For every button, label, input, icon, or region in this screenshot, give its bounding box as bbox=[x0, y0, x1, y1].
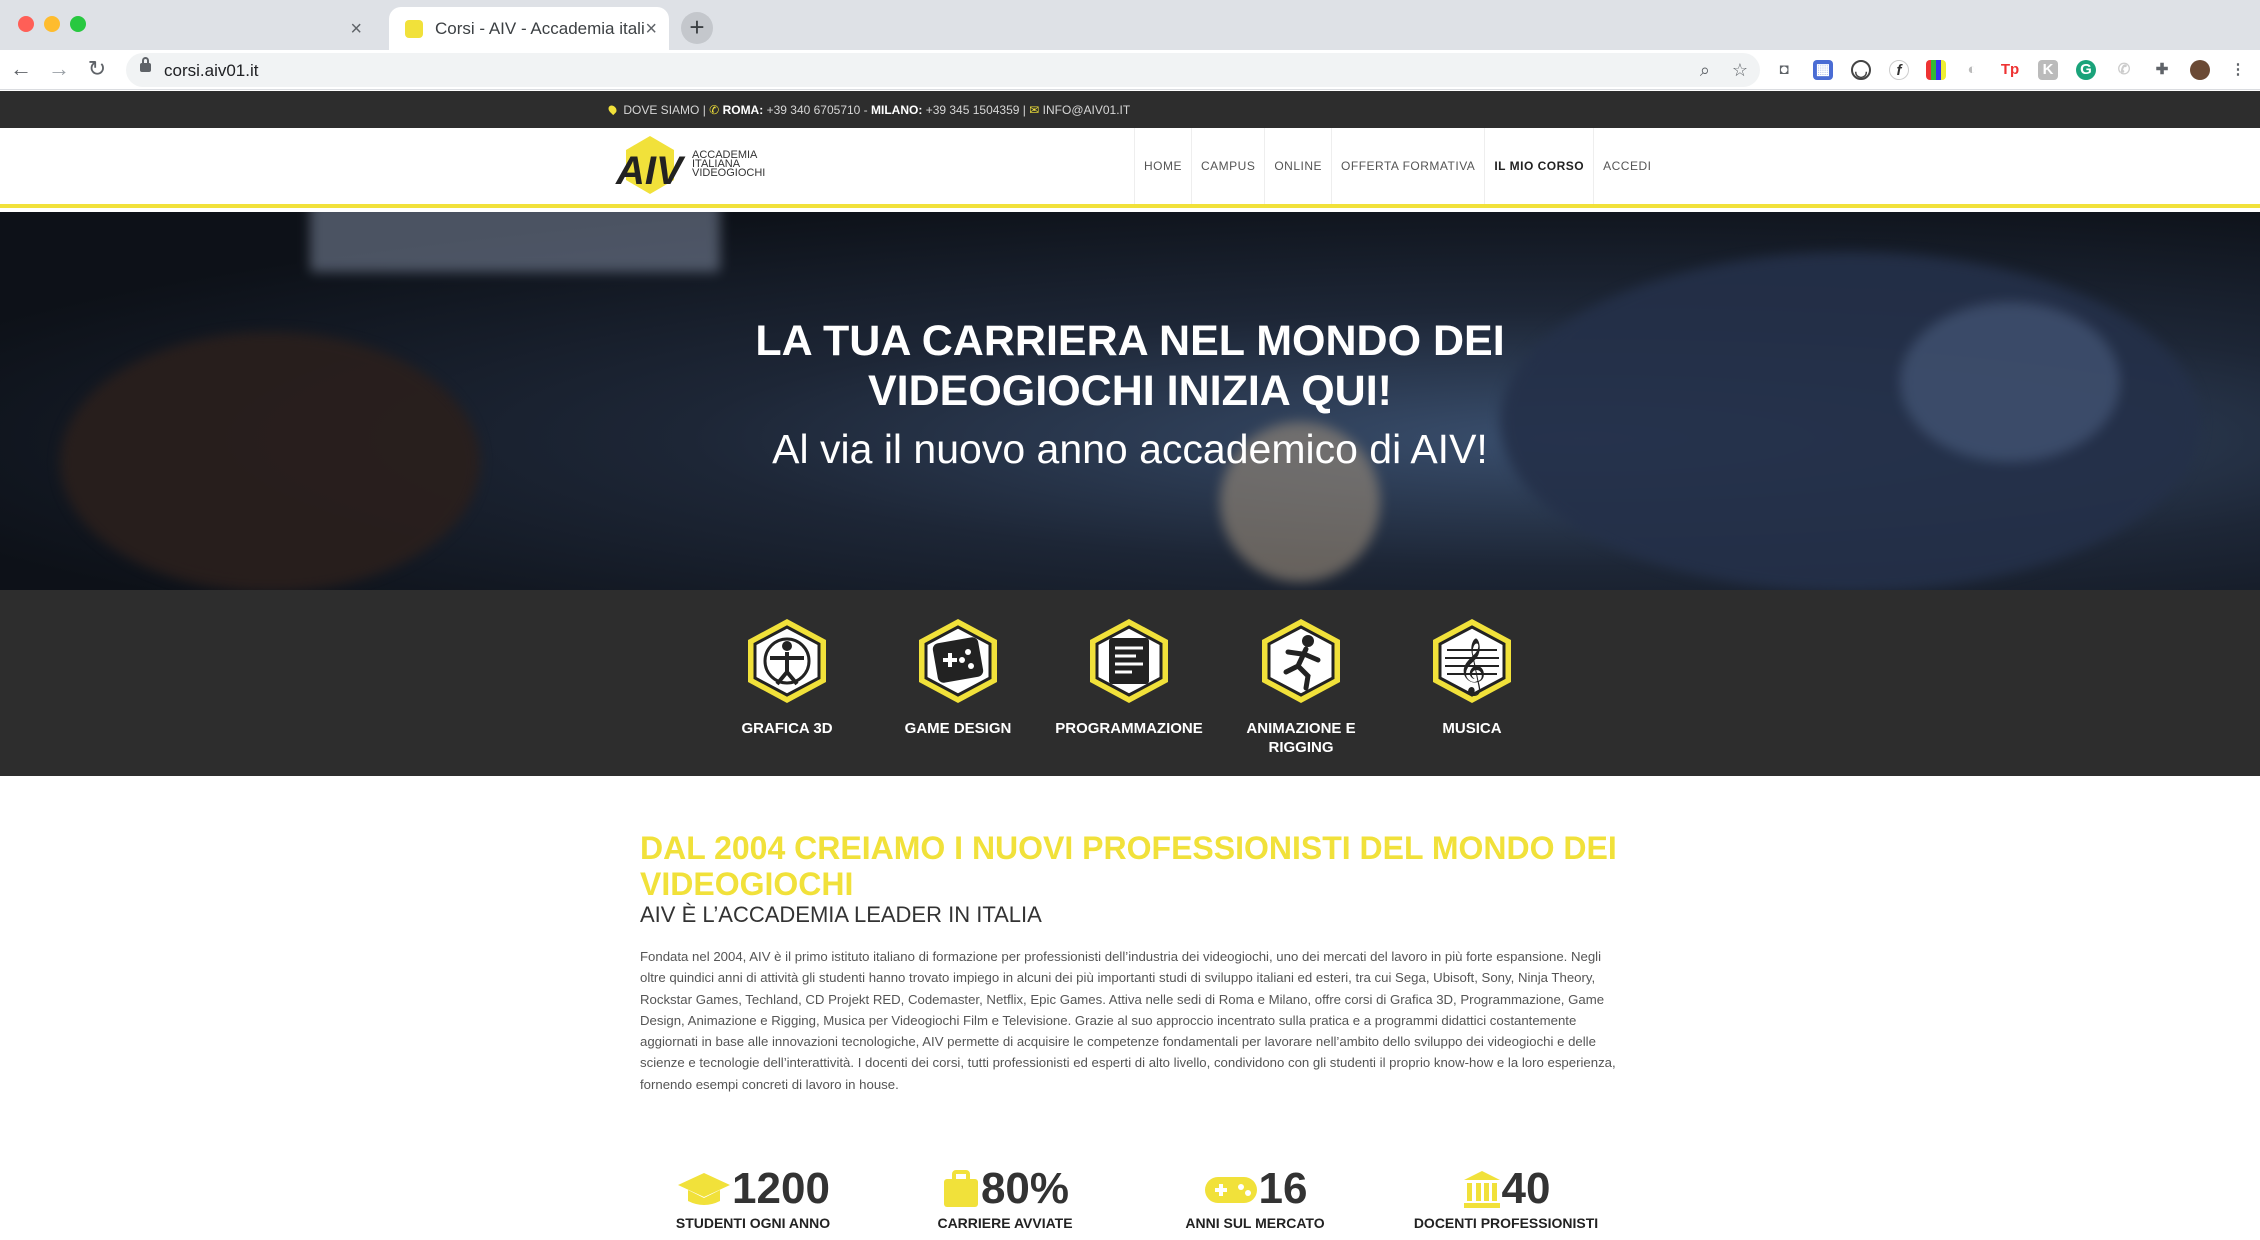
stat-value: 1200 bbox=[732, 1164, 830, 1213]
treble-clef-icon: 𝄞 bbox=[1433, 619, 1511, 703]
logo-line-3: VIDEOGIOCHI bbox=[692, 167, 765, 179]
maximize-window-button[interactable] bbox=[70, 16, 86, 32]
profile-avatar[interactable] bbox=[2190, 60, 2210, 80]
stat-studenti: 1200 STUDENTI OGNI ANNO bbox=[668, 1164, 838, 1232]
stat-value: 80% bbox=[980, 1164, 1070, 1213]
extension-grammarly-icon[interactable]: G bbox=[2076, 60, 2096, 80]
code-sheet-icon bbox=[1090, 619, 1168, 703]
browser-tab-bar: × Corsi - AIV - Accademia italiana video… bbox=[0, 0, 2260, 50]
address-bar[interactable]: corsi.aiv01.it ⌕ ☆ bbox=[126, 53, 1760, 87]
running-figure-icon bbox=[1262, 619, 1340, 703]
contact-bar: DOVE SIAMO | ✆ ROMA: +39 340 6705710 - M… bbox=[0, 91, 2260, 128]
hero-banner: LA TUA CARRIERA NEL MONDO DEI VIDEOGIOCH… bbox=[0, 212, 2260, 590]
institution-icon bbox=[1463, 1171, 1500, 1208]
menu-dots-icon[interactable]: ⋮ bbox=[2228, 60, 2248, 80]
milano-label: MILANO: bbox=[871, 103, 923, 117]
nav-campus[interactable]: CAMPUS bbox=[1191, 128, 1264, 204]
close-window-button[interactable] bbox=[18, 16, 34, 32]
main-nav: HOME CAMPUS ONLINE OFFERTA FORMATIVA IL … bbox=[1134, 128, 1660, 204]
back-arrow-icon[interactable]: ← bbox=[8, 56, 34, 82]
nav-accedi[interactable]: ACCEDI bbox=[1593, 128, 1660, 204]
briefcase-icon bbox=[943, 1170, 978, 1207]
tab-title: Corsi - AIV - Accademia italiana videogi… bbox=[435, 18, 645, 38]
svg-text:𝄞: 𝄞 bbox=[1458, 638, 1486, 696]
reload-icon[interactable]: ↻ bbox=[84, 56, 110, 82]
course-label: GRAFICA 3D bbox=[741, 720, 833, 737]
extension-k-icon[interactable]: K bbox=[2038, 60, 2058, 80]
extension-calendar-icon[interactable]: ▦ bbox=[1813, 60, 1833, 80]
stat-anni: 16 ANNI SUL MERCATO bbox=[1172, 1164, 1338, 1232]
hero-subtitle: Al via il nuovo anno accademico di AIV! bbox=[772, 426, 1488, 472]
extension-fonts-icon[interactable]: f bbox=[1889, 60, 1909, 80]
hero-screen-image bbox=[310, 212, 720, 272]
minimize-window-button[interactable] bbox=[44, 16, 60, 32]
extension-tp-icon[interactable]: Tp bbox=[2000, 60, 2020, 80]
stat-value: 40 bbox=[1501, 1164, 1551, 1213]
course-musica[interactable]: 𝄞 MUSICA bbox=[1387, 616, 1557, 738]
course-grafica-3d[interactable]: GRAFICA 3D bbox=[702, 616, 872, 738]
extension-phone-icon[interactable]: ✆ bbox=[2114, 60, 2134, 80]
camera-icon[interactable]: ◘ bbox=[1774, 60, 1794, 80]
course-animazione-rigging[interactable]: ANIMAZIONE E RIGGING bbox=[1216, 616, 1386, 757]
url-text[interactable]: corsi.aiv01.it bbox=[164, 61, 258, 81]
graduation-cap-icon bbox=[678, 1173, 731, 1205]
browser-tab-active[interactable]: Corsi - AIV - Accademia italiana videogi… bbox=[389, 7, 669, 50]
stat-label: CARRIERE AVVIATE bbox=[937, 1215, 1073, 1231]
stat-value: 16 bbox=[1258, 1164, 1308, 1213]
svg-text:AIV: AIV bbox=[615, 149, 686, 193]
section-headline: DAL 2004 CREIAMO I NUOVI PROFESSIONISTI … bbox=[640, 830, 1617, 902]
star-bookmark-icon[interactable]: ☆ bbox=[1732, 60, 1748, 81]
extension-color-icon[interactable] bbox=[1926, 60, 1946, 80]
extension-mask-icon[interactable]: ◡ bbox=[1851, 60, 1871, 80]
extensions-puzzle-icon[interactable]: ✚ bbox=[2152, 60, 2172, 80]
forward-arrow-icon[interactable]: → bbox=[46, 56, 72, 82]
stat-docenti: 40 DOCENTI PROFESSIONISTI bbox=[1406, 1164, 1606, 1232]
courses-bar: GRAFICA 3D GAME DESIGN PROGRAMMAZIONE AN… bbox=[0, 590, 2260, 776]
lock-icon bbox=[140, 57, 151, 72]
extension-moon-icon[interactable]: ◐ bbox=[1962, 60, 1982, 80]
zoom-icon[interactable]: ⌕ bbox=[1700, 60, 1710, 81]
roma-phone[interactable]: +39 340 6705710 bbox=[767, 103, 861, 117]
course-label: PROGRAMMAZIONE bbox=[1055, 720, 1203, 737]
close-icon[interactable]: × bbox=[350, 19, 362, 39]
map-pin-icon bbox=[606, 103, 619, 116]
course-label: MUSICA bbox=[1442, 720, 1502, 737]
course-programmazione[interactable]: PROGRAMMAZIONE bbox=[1044, 616, 1214, 738]
aiv-logo[interactable]: AIV ACCADEMIA ITALIANA VIDEOGIOCHI bbox=[612, 132, 772, 202]
phone-icon: ✆ bbox=[709, 103, 720, 117]
course-label: ANIMAZIONE E RIGGING bbox=[1246, 720, 1356, 756]
browser-toolbar: ← → ↻ corsi.aiv01.it ⌕ ☆ ◘ ▦ ◡ f ◐ Tp K … bbox=[0, 50, 2260, 90]
site-header: AIV ACCADEMIA ITALIANA VIDEOGIOCHI HOME … bbox=[0, 128, 2260, 208]
hero-title-line-2: VIDEOGIOCHI INIZIA QUI! bbox=[868, 367, 1392, 415]
intro-paragraph: Fondata nel 2004, AIV è il primo istitut… bbox=[640, 949, 1616, 1092]
milano-phone[interactable]: +39 345 1504359 bbox=[926, 103, 1020, 117]
section-subheading: AIV È L’ACCADEMIA LEADER IN ITALIA bbox=[640, 902, 1042, 927]
course-game-design[interactable]: GAME DESIGN bbox=[873, 616, 1043, 738]
nav-online[interactable]: ONLINE bbox=[1264, 128, 1331, 204]
hero-title: LA TUA CARRIERA NEL MONDO DEI VIDEOGIOCH… bbox=[0, 316, 2260, 416]
nav-home[interactable]: HOME bbox=[1134, 128, 1191, 204]
roma-label: ROMA: bbox=[722, 103, 764, 117]
dice-icon bbox=[919, 619, 997, 703]
new-tab-button[interactable]: + bbox=[681, 12, 713, 44]
mail-icon: ✉ bbox=[1029, 103, 1040, 117]
hero-title-line-1: LA TUA CARRIERA NEL MONDO DEI bbox=[755, 317, 1505, 365]
gamepad-icon bbox=[1204, 1177, 1257, 1203]
nav-il-mio-corso[interactable]: IL MIO CORSO bbox=[1484, 128, 1593, 204]
email-link[interactable]: INFO@AIV01.IT bbox=[1043, 103, 1131, 117]
course-label: GAME DESIGN bbox=[904, 720, 1012, 737]
vitruvian-icon bbox=[748, 619, 826, 703]
dove-siamo-link[interactable]: DOVE SIAMO bbox=[623, 103, 699, 117]
stat-carriere: 80% CARRIERE AVVIATE bbox=[930, 1164, 1080, 1232]
stat-label: DOCENTI PROFESSIONISTI bbox=[1413, 1215, 1599, 1231]
close-icon[interactable]: × bbox=[645, 19, 657, 39]
nav-offerta-formativa[interactable]: OFFERTA FORMATIVA bbox=[1331, 128, 1484, 204]
browser-tab-inactive[interactable]: × bbox=[100, 7, 380, 50]
stat-label: ANNI SUL MERCATO bbox=[1185, 1215, 1325, 1231]
aiv-favicon-icon bbox=[405, 19, 423, 38]
stat-label: STUDENTI OGNI ANNO bbox=[675, 1215, 831, 1231]
